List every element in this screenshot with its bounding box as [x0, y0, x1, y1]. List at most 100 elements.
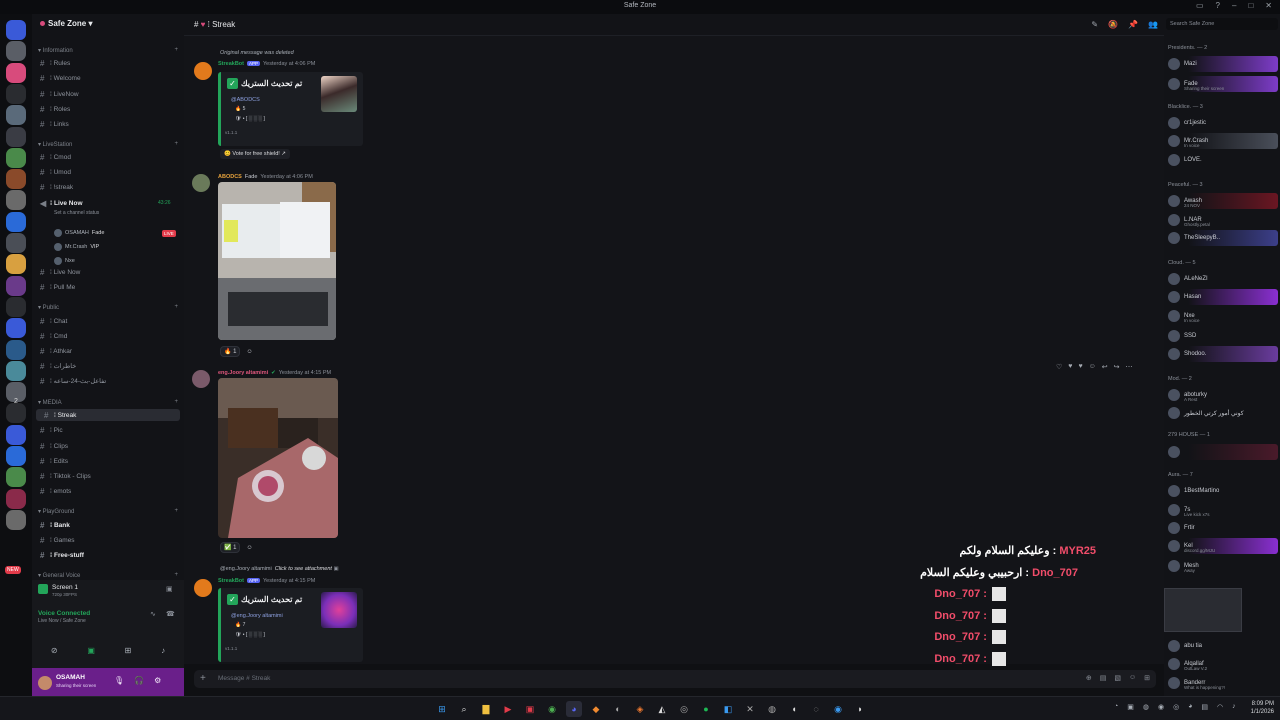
member-item[interactable]: SSD [1166, 328, 1278, 344]
member-item[interactable]: Kel discord.gg/MJU [1166, 538, 1278, 554]
app-icon[interactable]: ◎ [676, 701, 692, 717]
headphones-icon[interactable]: 🎧 [134, 676, 144, 685]
inbox-icon[interactable]: ▭ [1196, 1, 1204, 10]
app-icon[interactable]: ◧ [720, 701, 736, 717]
add-reaction-icon[interactable]: ☺ [246, 349, 252, 355]
server-icon[interactable] [6, 211, 26, 232]
channel-item[interactable]: # ⁞ Pull Me [32, 281, 184, 293]
member-item[interactable]: Banderr What is happening?! [1166, 675, 1278, 691]
member-item[interactable]: ALeNeZI [1166, 271, 1278, 287]
channel-category[interactable]: ▾ Public + [32, 301, 184, 313]
threads-icon[interactable]: ✎ [1091, 20, 1098, 29]
server-icon[interactable] [6, 126, 26, 147]
embed-thumbnail[interactable] [321, 592, 357, 628]
server-icon[interactable] [6, 275, 26, 296]
volume-icon[interactable]: ♪ [1232, 703, 1236, 711]
member-item[interactable]: abu tia [1166, 638, 1278, 654]
channel-item[interactable]: # ⁞ Chat [32, 315, 184, 327]
app-icon[interactable]: ◉ [830, 701, 846, 717]
attach-icon[interactable]: + [200, 673, 206, 684]
app-icon[interactable]: ◈ [632, 701, 648, 717]
channel-item[interactable]: # ⁞ تفاعل-بث-24-ساعه [32, 375, 184, 387]
embed-mention[interactable]: @ABODCS [231, 97, 260, 103]
apps-icon[interactable]: ⊞ [1144, 674, 1150, 682]
tray-app-icon[interactable]: ◍ [1143, 703, 1149, 711]
member-item[interactable]: Nxe In voice [1166, 308, 1278, 324]
server-icon[interactable] [6, 254, 26, 275]
member-item[interactable]: 1BestMartino [1166, 483, 1278, 499]
server-icon[interactable] [6, 509, 26, 530]
add-reaction-icon[interactable]: ☺ [1089, 363, 1096, 371]
channel-category[interactable]: ▾ LiveStation + [32, 138, 184, 150]
server-header[interactable]: Safe Zone ▾ [32, 14, 184, 36]
server-icon[interactable] [6, 169, 26, 190]
channel-item[interactable]: # ⁞ !streak [32, 181, 184, 193]
wifi-icon[interactable]: ◠ [1217, 703, 1223, 711]
server-icon[interactable] [6, 360, 26, 381]
server-icon[interactable] [6, 62, 26, 83]
tray-app-icon[interactable]: ◎ [1173, 703, 1179, 711]
channel-item[interactable]: # ⁞ Roles [32, 103, 184, 115]
member-item[interactable]: cr1jestic [1166, 115, 1278, 131]
close-icon[interactable]: ✕ [1265, 1, 1272, 10]
tray-app-icon[interactable]: ▤ [1201, 703, 1208, 711]
spotify-icon[interactable]: ● [698, 701, 714, 717]
reaction-check[interactable]: ✅ 1 [220, 542, 241, 553]
search-icon[interactable]: ⌕ [456, 701, 472, 717]
author-name[interactable]: eng.Joory altamimi [218, 370, 268, 376]
channel-item[interactable]: # ⁞ Athkar [32, 345, 184, 357]
channel-category[interactable]: ▾ MEDIA + [32, 396, 184, 408]
tray-app-icon[interactable]: ◕ [1188, 703, 1192, 711]
channel-item[interactable]: # ⁞ Umod [32, 166, 184, 178]
channel-item[interactable]: # ⁞ Live Now [32, 266, 184, 278]
server-icon[interactable] [6, 41, 26, 62]
member-item[interactable]: Alqallaf OutLaw V.2 [1166, 656, 1278, 672]
app-icon[interactable]: ◍ [764, 701, 780, 717]
author-name[interactable]: ABODCS [218, 174, 242, 180]
search-input[interactable]: Search Safe Zone [1166, 18, 1278, 30]
embed-thumbnail[interactable] [321, 76, 357, 112]
avatar[interactable] [194, 62, 212, 80]
add-channel-icon[interactable]: + [174, 141, 178, 147]
avatar[interactable] [192, 370, 210, 388]
noise-suppression-icon[interactable]: ∿ [150, 610, 156, 618]
react-emoji-icon[interactable]: ♥ [1068, 363, 1072, 371]
server-icon[interactable] [6, 20, 26, 40]
chrome-icon[interactable]: ◉ [544, 701, 560, 717]
stream-preview[interactable] [1164, 588, 1242, 632]
channel-category[interactable]: ▾ PlayGround + [32, 505, 184, 517]
server-icon[interactable] [6, 147, 26, 168]
channel-item[interactable]: # ⁞ Links [32, 118, 184, 130]
channel-item[interactable]: # ⁞ Games [32, 534, 184, 546]
member-item[interactable]: LOVE. [1166, 152, 1278, 168]
more-icon[interactable]: ⋯ [1126, 363, 1133, 371]
voice-member[interactable]: OSAMAH Fade LIVE [54, 228, 184, 238]
minimize-icon[interactable]: – [1232, 1, 1236, 10]
app-icon[interactable]: ◖ [786, 701, 802, 717]
server-icon[interactable] [6, 233, 26, 253]
channel-item[interactable]: # ⁞ LiveNow [32, 88, 184, 100]
add-channel-icon[interactable]: + [174, 508, 178, 514]
channel-item[interactable]: # ⁞ Welcome [32, 72, 184, 84]
server-icon[interactable] [6, 446, 26, 466]
voice-location[interactable]: Live Now / Safe Zone [38, 618, 86, 624]
member-item[interactable]: Mr.Crash In voice [1166, 133, 1278, 149]
member-item[interactable]: aboturky A Rest [1166, 387, 1278, 403]
avatar[interactable] [192, 174, 210, 192]
app-icon[interactable]: ◭ [654, 701, 670, 717]
server-icon[interactable] [6, 190, 26, 211]
camera-off-icon[interactable]: ⊘ [51, 646, 58, 660]
member-item[interactable]: Hasan [1166, 289, 1278, 305]
share-screen-icon[interactable]: ▣ [87, 646, 95, 660]
photo-attachment[interactable] [218, 378, 338, 538]
disconnect-icon[interactable]: ☎ [166, 610, 175, 618]
server-icon[interactable] [6, 83, 26, 104]
member-item[interactable]: Fade Sharing their screen [1166, 76, 1278, 92]
tray-app-icon[interactable]: ◔ [1114, 703, 1118, 711]
member-item[interactable]: Shodoo. [1166, 346, 1278, 362]
channel-item[interactable]: # ⁞ Pic [32, 424, 184, 436]
member-item[interactable]: 7s Live kick x7s [1166, 502, 1278, 518]
channel-item[interactable]: # ⁞ Free-stuff [32, 549, 184, 561]
member-item[interactable]: Mesh Away [1166, 558, 1278, 574]
channel-item[interactable]: # ⁞ Clips [32, 440, 184, 452]
